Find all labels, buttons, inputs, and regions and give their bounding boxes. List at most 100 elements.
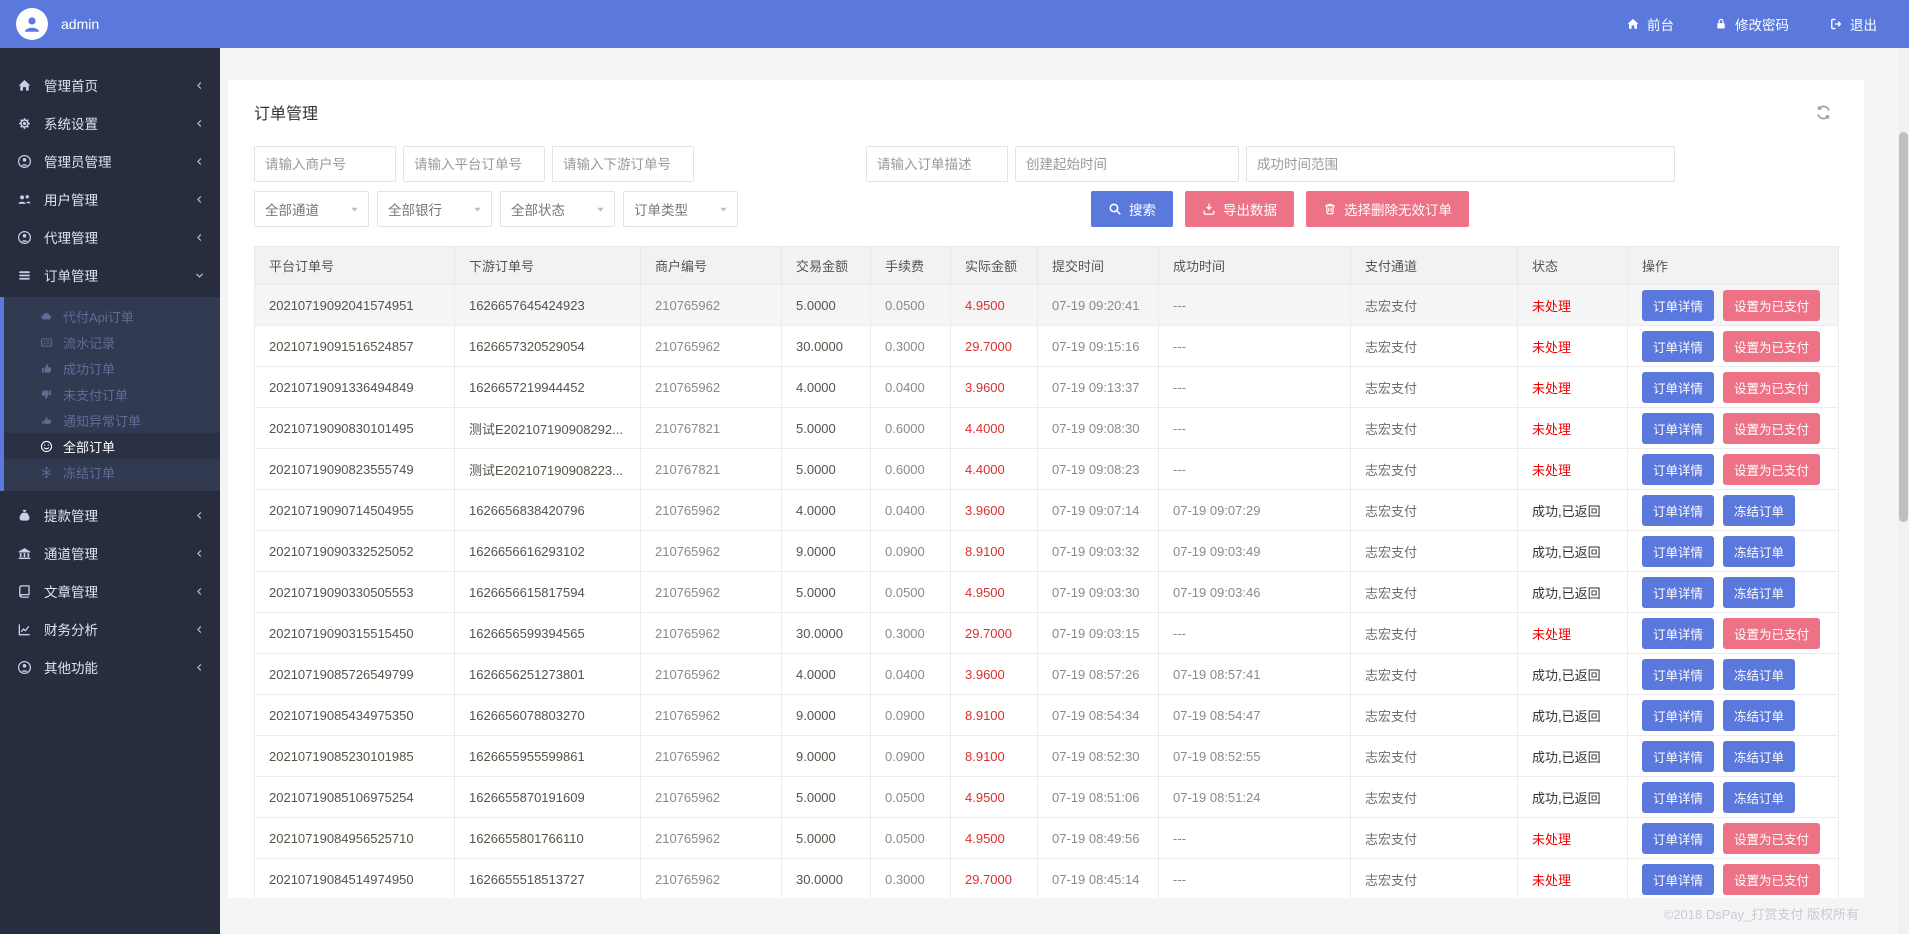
- refresh-icon[interactable]: [1815, 104, 1832, 121]
- submenu-item[interactable]: 通知异常订单: [4, 407, 220, 433]
- table-row[interactable]: 2021071908572654979916266562512738012107…: [255, 654, 1839, 695]
- sidebar-item-10[interactable]: 其他功能: [0, 648, 220, 686]
- sidebar-item-4[interactable]: 代理管理: [0, 218, 220, 256]
- submenu-item[interactable]: 成功订单: [4, 355, 220, 381]
- table-row[interactable]: 20210719090823555749测试E202107190908223..…: [255, 449, 1839, 490]
- scrollbar-track[interactable]: [1898, 48, 1909, 934]
- sidebar-item-6[interactable]: 提款管理: [0, 496, 220, 534]
- table-row[interactable]: 20210719090830101495测试E202107190908292..…: [255, 408, 1839, 449]
- sidebar-item-9[interactable]: 财务分析: [0, 610, 220, 648]
- topnav-frontend[interactable]: 前台: [1626, 14, 1674, 34]
- order-detail-button[interactable]: 订单详情: [1642, 700, 1714, 731]
- topnav-change-password-label: 修改密码: [1735, 14, 1789, 34]
- chevron-left-icon: [194, 80, 205, 91]
- set-paid-button[interactable]: 设置为已支付: [1723, 290, 1820, 321]
- table-row[interactable]: 2021071908543497535016266560788032702107…: [255, 695, 1839, 736]
- order-detail-button[interactable]: 订单详情: [1642, 864, 1714, 895]
- submit-time: 07-19 09:08:23: [1038, 449, 1159, 490]
- table-row[interactable]: 2021071909133649484916266572199444522107…: [255, 367, 1839, 408]
- platform-order-no: 20210719090823555749: [255, 449, 455, 490]
- filter-select-3[interactable]: 订单类型: [623, 191, 738, 227]
- caret-down-icon: [718, 204, 729, 215]
- submenu-item[interactable]: 代付Api订单: [4, 303, 220, 329]
- topbar-user[interactable]: admin: [0, 8, 220, 40]
- freeze-order-button[interactable]: 冻结订单: [1723, 700, 1795, 731]
- topnav-logout[interactable]: 退出: [1829, 14, 1877, 34]
- table-row[interactable]: 2021071908451497495016266555185137272107…: [255, 859, 1839, 899]
- sidebar-item-1[interactable]: 系统设置: [0, 104, 220, 142]
- order-detail-button[interactable]: 订单详情: [1642, 495, 1714, 526]
- caret-down-icon: [472, 204, 483, 215]
- freeze-order-button[interactable]: 冻结订单: [1723, 741, 1795, 772]
- caret-down-icon: [349, 204, 360, 215]
- submit-time: 07-19 09:03:32: [1038, 531, 1159, 572]
- lock-icon: [1714, 17, 1728, 31]
- order-detail-button[interactable]: 订单详情: [1642, 741, 1714, 772]
- order-detail-button[interactable]: 订单详情: [1642, 782, 1714, 813]
- order-detail-button[interactable]: 订单详情: [1642, 618, 1714, 649]
- order-detail-button[interactable]: 订单详情: [1642, 290, 1714, 321]
- filter-select-1[interactable]: 全部银行: [377, 191, 492, 227]
- order-detail-button[interactable]: 订单详情: [1642, 536, 1714, 567]
- freeze-order-button[interactable]: 冻结订单: [1723, 577, 1795, 608]
- set-paid-button[interactable]: 设置为已支付: [1723, 331, 1820, 362]
- freeze-order-button[interactable]: 冻结订单: [1723, 536, 1795, 567]
- pay-channel: 志宏支付: [1351, 367, 1518, 408]
- submenu-item[interactable]: 冻结订单: [4, 459, 220, 485]
- set-paid-button[interactable]: 设置为已支付: [1723, 454, 1820, 485]
- thumbs-up-icon: [40, 362, 53, 375]
- freeze-order-button[interactable]: 冻结订单: [1723, 495, 1795, 526]
- sidebar-item-8[interactable]: 文章管理: [0, 572, 220, 610]
- filter-input-5[interactable]: [1246, 146, 1675, 182]
- status-text: 未处理: [1518, 326, 1628, 367]
- scrollbar-thumb[interactable]: [1899, 132, 1908, 522]
- table-row[interactable]: 2021071909031551545016266565993945652107…: [255, 613, 1839, 654]
- filter-input-2[interactable]: [552, 146, 694, 182]
- submenu-item-active[interactable]: 全部订单: [4, 433, 220, 459]
- chevron-left-icon: [194, 118, 205, 129]
- table-row[interactable]: 2021071909033050555316266566158175942107…: [255, 572, 1839, 613]
- sidebar-item-0[interactable]: 管理首页: [0, 66, 220, 104]
- order-detail-button[interactable]: 订单详情: [1642, 331, 1714, 362]
- filter-select-0[interactable]: 全部通道: [254, 191, 369, 227]
- filter-input-1[interactable]: [403, 146, 545, 182]
- set-paid-button[interactable]: 设置为已支付: [1723, 864, 1820, 895]
- sidebar-item-2[interactable]: 管理员管理: [0, 142, 220, 180]
- sidebar-item-7[interactable]: 通道管理: [0, 534, 220, 572]
- set-paid-button[interactable]: 设置为已支付: [1723, 413, 1820, 444]
- user-avatar[interactable]: [16, 8, 48, 40]
- filter-input-0[interactable]: [254, 146, 396, 182]
- submenu-item[interactable]: 未支付订单: [4, 381, 220, 407]
- set-paid-button[interactable]: 设置为已支付: [1723, 823, 1820, 854]
- set-paid-button[interactable]: 设置为已支付: [1723, 618, 1820, 649]
- order-detail-button[interactable]: 订单详情: [1642, 823, 1714, 854]
- export-button[interactable]: 导出数据: [1185, 191, 1294, 227]
- submenu-item[interactable]: 流水记录: [4, 329, 220, 355]
- freeze-order-button[interactable]: 冻结订单: [1723, 659, 1795, 690]
- order-detail-button[interactable]: 订单详情: [1642, 577, 1714, 608]
- filter-selects-row: 全部通道全部银行全部状态订单类型 搜索导出数据选择删除无效订单: [254, 191, 1838, 227]
- topnav-change-password[interactable]: 修改密码: [1714, 14, 1789, 34]
- order-detail-button[interactable]: 订单详情: [1642, 659, 1714, 690]
- table-row[interactable]: 2021071908510697525416266558701916092107…: [255, 777, 1839, 818]
- freeze-order-button[interactable]: 冻结订单: [1723, 782, 1795, 813]
- filter-input-3[interactable]: [866, 146, 1008, 182]
- delete-invalid-button[interactable]: 选择删除无效订单: [1306, 191, 1469, 227]
- table-row[interactable]: 2021071908523010198516266559555998612107…: [255, 736, 1839, 777]
- sidebar-item-3[interactable]: 用户管理: [0, 180, 220, 218]
- search-button[interactable]: 搜索: [1091, 191, 1173, 227]
- filter-select-2[interactable]: 全部状态: [500, 191, 615, 227]
- table-row[interactable]: 2021071909151652485716266573205290542107…: [255, 326, 1839, 367]
- sidebar-item-5[interactable]: 订单管理: [0, 256, 220, 294]
- snowflake-icon: [40, 466, 53, 479]
- table-row[interactable]: 2021071909071450495516266568384207962107…: [255, 490, 1839, 531]
- set-paid-button[interactable]: 设置为已支付: [1723, 372, 1820, 403]
- platform-order-no: 20210719085726549799: [255, 654, 455, 695]
- order-detail-button[interactable]: 订单详情: [1642, 372, 1714, 403]
- table-row[interactable]: 2021071908495652571016266558017661102107…: [255, 818, 1839, 859]
- table-row[interactable]: 2021071909033252505216266566162931022107…: [255, 531, 1839, 572]
- order-detail-button[interactable]: 订单详情: [1642, 413, 1714, 444]
- order-detail-button[interactable]: 订单详情: [1642, 454, 1714, 485]
- filter-input-4[interactable]: [1015, 146, 1239, 182]
- table-row[interactable]: 2021071909204157495116266576454249232107…: [255, 285, 1839, 326]
